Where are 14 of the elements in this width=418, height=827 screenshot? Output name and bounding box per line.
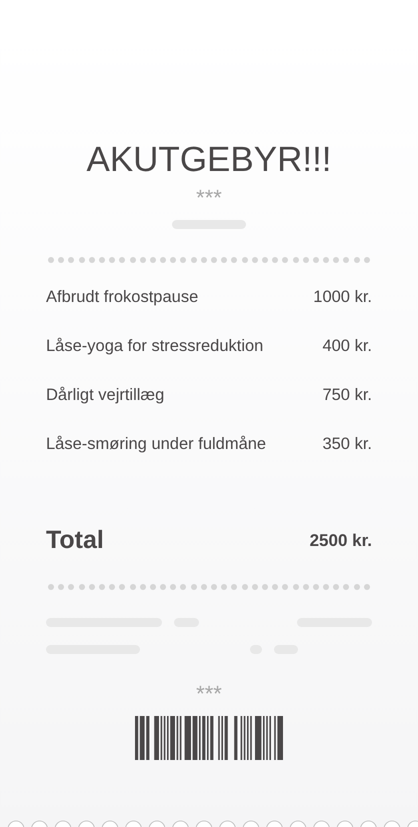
item-name: Låse-yoga for stressreduktion [46,336,264,356]
item-amount: 1000 kr. [313,287,372,307]
item-name: Afbrudt frokostpause [46,287,198,307]
item-amount: 750 kr. [322,385,372,405]
item-name: Dårligt vejrtillæg [46,385,164,405]
item-amount: 350 kr. [322,434,372,454]
item-name: Låse-smøring under fuldmåne [46,434,266,454]
total-label: Total [46,525,104,556]
stars-text: *** [196,684,222,704]
stars-text: *** [196,188,222,208]
barcode-icon [134,716,284,760]
total-amount: 2500 kr. [310,530,372,552]
receipt-title: AKUTGEBYR!!! [86,140,332,180]
item-amount: 400 kr. [322,336,372,356]
